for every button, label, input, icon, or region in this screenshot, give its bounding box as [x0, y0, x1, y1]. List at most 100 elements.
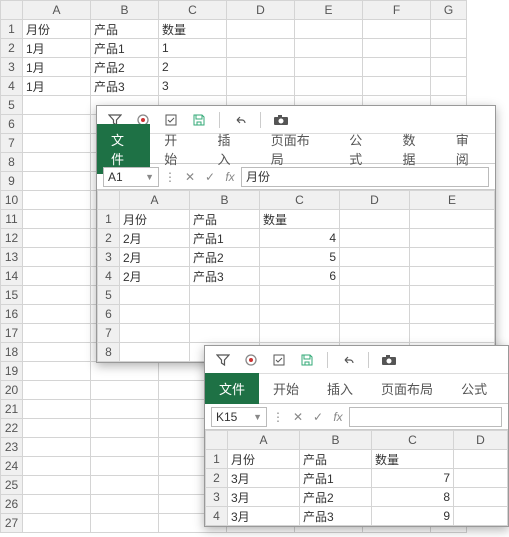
ellipsis-icon[interactable]: ⋮ — [271, 410, 285, 424]
cell[interactable]: 9 — [372, 507, 454, 526]
row-header[interactable]: 4 — [206, 507, 228, 526]
workbook-window-1[interactable]: 文件 开始 插入 页面布局 公式 数据 审阅 A1▼ ⋮ ✕ ✓ fx 月份 A… — [96, 105, 496, 363]
tab-formula[interactable]: 公式 — [447, 373, 501, 404]
cell[interactable] — [295, 77, 363, 96]
cell[interactable] — [91, 362, 159, 381]
row-header[interactable]: 6 — [98, 305, 120, 324]
tab-file[interactable]: 文件 — [205, 373, 259, 404]
ellipsis-icon[interactable]: ⋮ — [163, 170, 177, 184]
cell[interactable] — [23, 305, 91, 324]
row-header[interactable]: 3 — [98, 248, 120, 267]
cell[interactable] — [120, 305, 190, 324]
row-header[interactable]: 9 — [1, 172, 23, 191]
cell[interactable] — [23, 248, 91, 267]
cell[interactable] — [410, 248, 495, 267]
cell[interactable]: 2 — [159, 58, 227, 77]
cell[interactable] — [295, 20, 363, 39]
enter-icon[interactable]: ✓ — [311, 410, 325, 424]
col-header[interactable]: A — [120, 191, 190, 210]
cell[interactable]: 产品1 — [190, 229, 260, 248]
select-all-corner[interactable] — [1, 1, 23, 20]
filter-icon[interactable] — [215, 352, 231, 368]
tab-layout[interactable]: 页面布局 — [367, 373, 447, 404]
cell[interactable] — [340, 324, 410, 343]
cell[interactable]: 产品3 — [300, 507, 372, 526]
cell[interactable]: 月份 — [228, 450, 300, 469]
tab-home[interactable]: 开始 — [259, 373, 313, 404]
col-header[interactable]: A — [228, 431, 300, 450]
cell[interactable] — [227, 39, 295, 58]
col-header[interactable]: B — [91, 1, 159, 20]
row-header[interactable]: 3 — [1, 58, 23, 77]
cell[interactable] — [190, 286, 260, 305]
cell[interactable]: 产品3 — [91, 77, 159, 96]
enter-icon[interactable]: ✓ — [203, 170, 217, 184]
cell[interactable] — [340, 267, 410, 286]
cell[interactable] — [227, 58, 295, 77]
cell[interactable]: 2月 — [120, 248, 190, 267]
cell[interactable] — [23, 514, 91, 533]
col-header[interactable]: B — [300, 431, 372, 450]
cell[interactable] — [340, 286, 410, 305]
row-header[interactable]: 20 — [1, 381, 23, 400]
row-header[interactable]: 15 — [1, 286, 23, 305]
row-header[interactable]: 13 — [1, 248, 23, 267]
row-header[interactable]: 16 — [1, 305, 23, 324]
cell[interactable] — [363, 77, 431, 96]
row-header[interactable]: 2 — [98, 229, 120, 248]
cell[interactable] — [431, 58, 467, 77]
cell[interactable]: 产品 — [190, 210, 260, 229]
cell[interactable]: 月份 — [120, 210, 190, 229]
undo-icon[interactable] — [340, 352, 356, 368]
col-header[interactable]: C — [372, 431, 454, 450]
cell[interactable] — [410, 305, 495, 324]
chevron-down-icon[interactable]: ▼ — [145, 172, 154, 182]
row-header[interactable]: 8 — [1, 153, 23, 172]
cell[interactable] — [227, 20, 295, 39]
cell[interactable] — [260, 324, 340, 343]
cell[interactable] — [363, 39, 431, 58]
cell[interactable]: 5 — [260, 248, 340, 267]
cell[interactable] — [23, 495, 91, 514]
cell[interactable]: 产品 — [91, 20, 159, 39]
tab-insert[interactable]: 插入 — [313, 373, 367, 404]
cell[interactable] — [431, 20, 467, 39]
row-header[interactable]: 18 — [1, 343, 23, 362]
cell[interactable]: 7 — [372, 469, 454, 488]
cell[interactable] — [260, 286, 340, 305]
cell[interactable] — [410, 229, 495, 248]
formula-input[interactable]: 月份 — [241, 167, 489, 187]
cell[interactable] — [23, 324, 91, 343]
col-header[interactable]: B — [190, 191, 260, 210]
cell[interactable] — [23, 229, 91, 248]
row-header[interactable]: 1 — [206, 450, 228, 469]
cell[interactable] — [23, 210, 91, 229]
cell[interactable] — [91, 476, 159, 495]
row-header[interactable]: 4 — [1, 77, 23, 96]
col-header[interactable]: D — [454, 431, 508, 450]
col-header[interactable]: F — [363, 1, 431, 20]
select-all-corner[interactable] — [98, 191, 120, 210]
cell[interactable] — [363, 20, 431, 39]
row-header[interactable]: 21 — [1, 400, 23, 419]
cell[interactable] — [363, 58, 431, 77]
cell[interactable]: 1 — [159, 39, 227, 58]
row-header[interactable]: 1 — [1, 20, 23, 39]
cell[interactable] — [454, 469, 508, 488]
row-header[interactable]: 22 — [1, 419, 23, 438]
cell[interactable] — [23, 153, 91, 172]
cell[interactable] — [340, 248, 410, 267]
cell[interactable]: 3月 — [228, 469, 300, 488]
cell[interactable]: 产品2 — [190, 248, 260, 267]
cell[interactable]: 4 — [260, 229, 340, 248]
select-icon[interactable] — [271, 352, 287, 368]
inner-spreadsheet[interactable]: A B C D E 1月份产品数量 22月产品14 32月产品25 42月产品3… — [97, 190, 495, 362]
inner-spreadsheet[interactable]: A B C D 1月份产品数量 23月产品17 33月产品28 43月产品39 — [205, 430, 508, 526]
cell[interactable] — [431, 39, 467, 58]
col-header[interactable]: D — [340, 191, 410, 210]
row-header[interactable]: 27 — [1, 514, 23, 533]
cell[interactable] — [23, 457, 91, 476]
row-header[interactable]: 19 — [1, 362, 23, 381]
row-header[interactable]: 10 — [1, 191, 23, 210]
cell[interactable] — [23, 286, 91, 305]
